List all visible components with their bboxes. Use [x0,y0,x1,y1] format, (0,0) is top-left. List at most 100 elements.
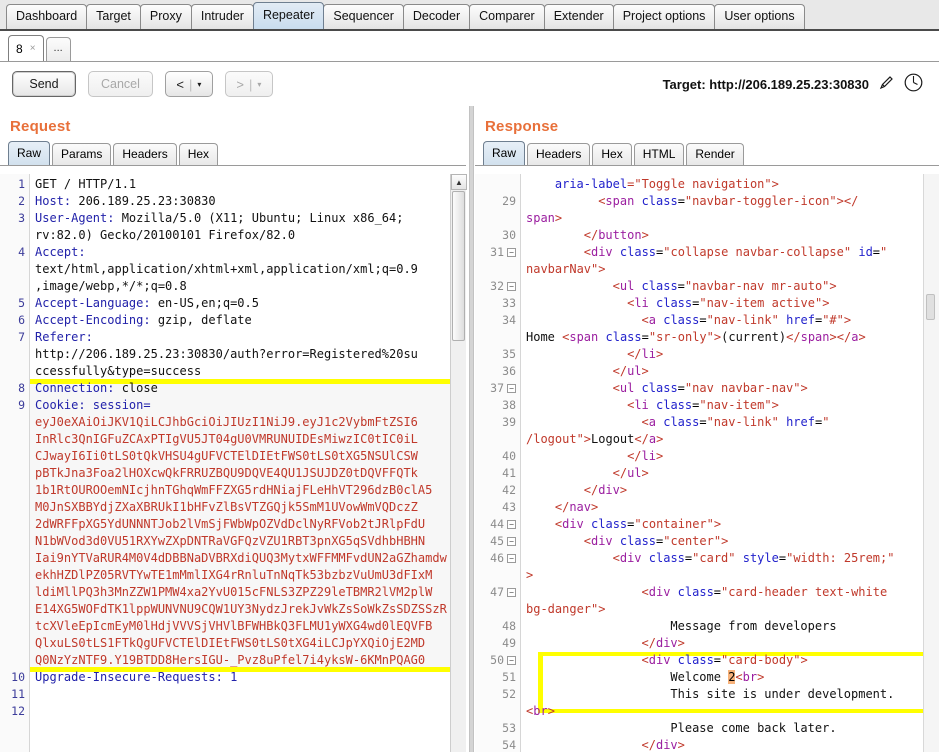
cookie-value-text: tcXVleEpIcmEyM0lHdjVVVSjVHVlBFWHBkQ3FLMU… [35,619,433,633]
main-tab-target[interactable]: Target [86,4,141,29]
line-number: 54 [475,737,520,752]
response-line: <div class="container"> [554,517,722,531]
request-line: Accept-Language: en-US,en;q=0.5 [35,296,259,310]
response-tab-headers[interactable]: Headers [527,143,591,165]
fold-toggle-icon[interactable]: − [507,554,516,563]
upgrade-insecure-requests-line: Upgrade-Insecure-Requests: 1 [35,670,238,684]
main-tab-dashboard[interactable]: Dashboard [6,4,88,29]
fold-toggle-icon[interactable]: − [507,282,516,291]
response-tab-hex[interactable]: Hex [592,143,632,165]
fold-toggle-icon[interactable]: − [507,520,516,529]
send-button[interactable]: Send [12,71,76,97]
fold-toggle-icon[interactable]: − [507,384,516,393]
line-number: 4 [18,245,25,259]
line-number-text: 30 [502,228,516,242]
main-tab-sequencer[interactable]: Sequencer [323,4,404,29]
fold-toggle-icon[interactable]: − [507,537,516,546]
chevron-down-icon: ▾ [257,79,262,89]
request-scrollbar[interactable]: ▲ [450,174,467,752]
response-line: <a class="nav-link" href=" [641,415,830,429]
response-tab-raw[interactable]: Raw [483,141,526,165]
cookie-value-text: M0JnSXBBYdjZXaXBRUkI1bHFvZlBsVTZGQjk5SmM… [35,500,418,514]
line-number: 5 [18,296,25,310]
main-tab-user-options[interactable]: User options [714,4,805,29]
line-number-text: 51 [502,670,516,684]
request-tab-headers[interactable]: Headers [113,143,177,165]
pencil-icon[interactable] [878,74,895,94]
scroll-up-icon[interactable]: ▲ [451,174,467,190]
line-number [0,618,29,635]
main-tab-intruder[interactable]: Intruder [190,4,254,29]
line-number [0,448,29,465]
line-number [0,261,29,278]
repeater-tab-moremoremore[interactable]: ... [45,37,71,61]
response-editor[interactable]: 29 30 31−32−33 34 35 36 37−38 39 40 41 42 43 44−45−4… [475,174,939,752]
burp-suite-window: Dashboard Target Proxy Intruder Repeater Sequ… [0,0,939,752]
line-number [0,584,29,601]
cookie-value-line: 1b1RtOUROOemNIcjhnTGhqWmFFZXG5rdHNiajFLe… [35,482,466,499]
pane-splitter[interactable] [466,106,475,752]
forward-button[interactable]: > | ▾ [224,71,273,97]
request-tab-raw[interactable]: Raw [8,141,51,165]
repeater-tab-8[interactable]: 8 × [8,35,44,61]
line-number [0,533,29,550]
main-tab-repeater[interactable]: Repeater [252,2,325,29]
scrollbar-thumb[interactable] [926,294,935,320]
line-number [475,329,520,346]
line-number: 41 [475,465,520,482]
main-tab-extender[interactable]: Extender [543,4,614,29]
response-line: bg-danger"> [526,602,606,616]
line-number [0,601,29,618]
main-tab-project-options[interactable]: Project options [612,4,716,29]
line-number-text: 32 [490,279,504,293]
line-number: 49 [475,635,520,652]
line-number-text: 54 [502,738,516,752]
close-icon[interactable]: × [30,43,36,54]
request-tab-hex[interactable]: Hex [178,143,219,165]
response-line: </ul> [612,364,649,378]
main-tab-comparer[interactable]: Comparer [469,4,545,29]
cookie-value-line: tcXVleEpIcmEyM0lHdjVVVSjVHVlBFWHBkQ3FLMU… [35,618,466,635]
cancel-button[interactable]: Cancel [88,71,153,97]
request-code[interactable]: GET / HTTP/1.1 Host: 206.189.25.23:30830 U… [30,174,466,752]
line-number-text: 52 [502,687,516,701]
request-editor[interactable]: 1 2 3 4 5 6 7 8 9 10 11 12 GET / HTTP/1.1 Host: 206.… [0,174,466,752]
line-number-text: 40 [502,449,516,463]
line-number: 6 [18,313,25,327]
line-number-text: 48 [502,619,516,633]
request-title: Request [10,118,71,135]
help-circle-icon[interactable] [904,73,923,95]
line-number: 12 [11,704,25,718]
response-line: </button> [583,228,649,242]
line-number-text: 35 [502,347,516,361]
request-tab-params[interactable]: Params [52,143,112,165]
line-number-text: 41 [502,466,516,480]
request-line: rv:82.0) Gecko/20100101 Firefox/82.0 [35,228,296,242]
line-number [0,278,29,295]
scrollbar-thumb[interactable] [452,191,465,341]
line-number [0,635,29,652]
response-tab-render[interactable]: Render [686,143,744,165]
response-line: </nav> [554,500,599,514]
response-line: <div class="card-header text-white [641,585,888,599]
main-tab-proxy[interactable]: Proxy [139,4,192,29]
repeater-toolbar: Send Cancel < | ▾ > | ▾ Target: http://2… [0,62,939,106]
fold-toggle-icon[interactable]: − [507,588,516,597]
response-tab-html[interactable]: HTML [633,143,685,165]
line-number-text: 44 [490,517,504,531]
fold-toggle-icon[interactable]: − [507,656,516,665]
back-button[interactable]: < | ▾ [164,71,213,97]
response-scrollbar[interactable] [923,174,939,752]
cookie-value-text: QlxuLS0tLS1FTkQgUFVCTElDIEtFWS0tLS0tXG4i… [35,636,426,650]
target-area: Target: http://206.189.25.23:30830 [663,73,927,95]
line-number: 43 [475,499,520,516]
fold-toggle-icon[interactable]: − [507,248,516,257]
line-number: 45− [475,533,520,550]
response-line: <div class="collapse navbar-collapse" id… [583,245,888,259]
response-line: Welcome 2<br> [670,670,765,684]
main-tab-decoder[interactable]: Decoder [402,4,471,29]
cookie-value-text: E14XG5WOFdTK1lppWUNVNU9CQW1UY3NydzJrekJv… [35,602,447,616]
response-code[interactable]: aria-label="Toggle navigation"> <span cla… [521,174,939,752]
repeater-tab-bar: 8 ×... [0,31,939,62]
cookie-value-text: Q0NzYzNTF9.Y19BTDD8HersIGU-_Pvz8uPfel7i4… [35,653,426,667]
